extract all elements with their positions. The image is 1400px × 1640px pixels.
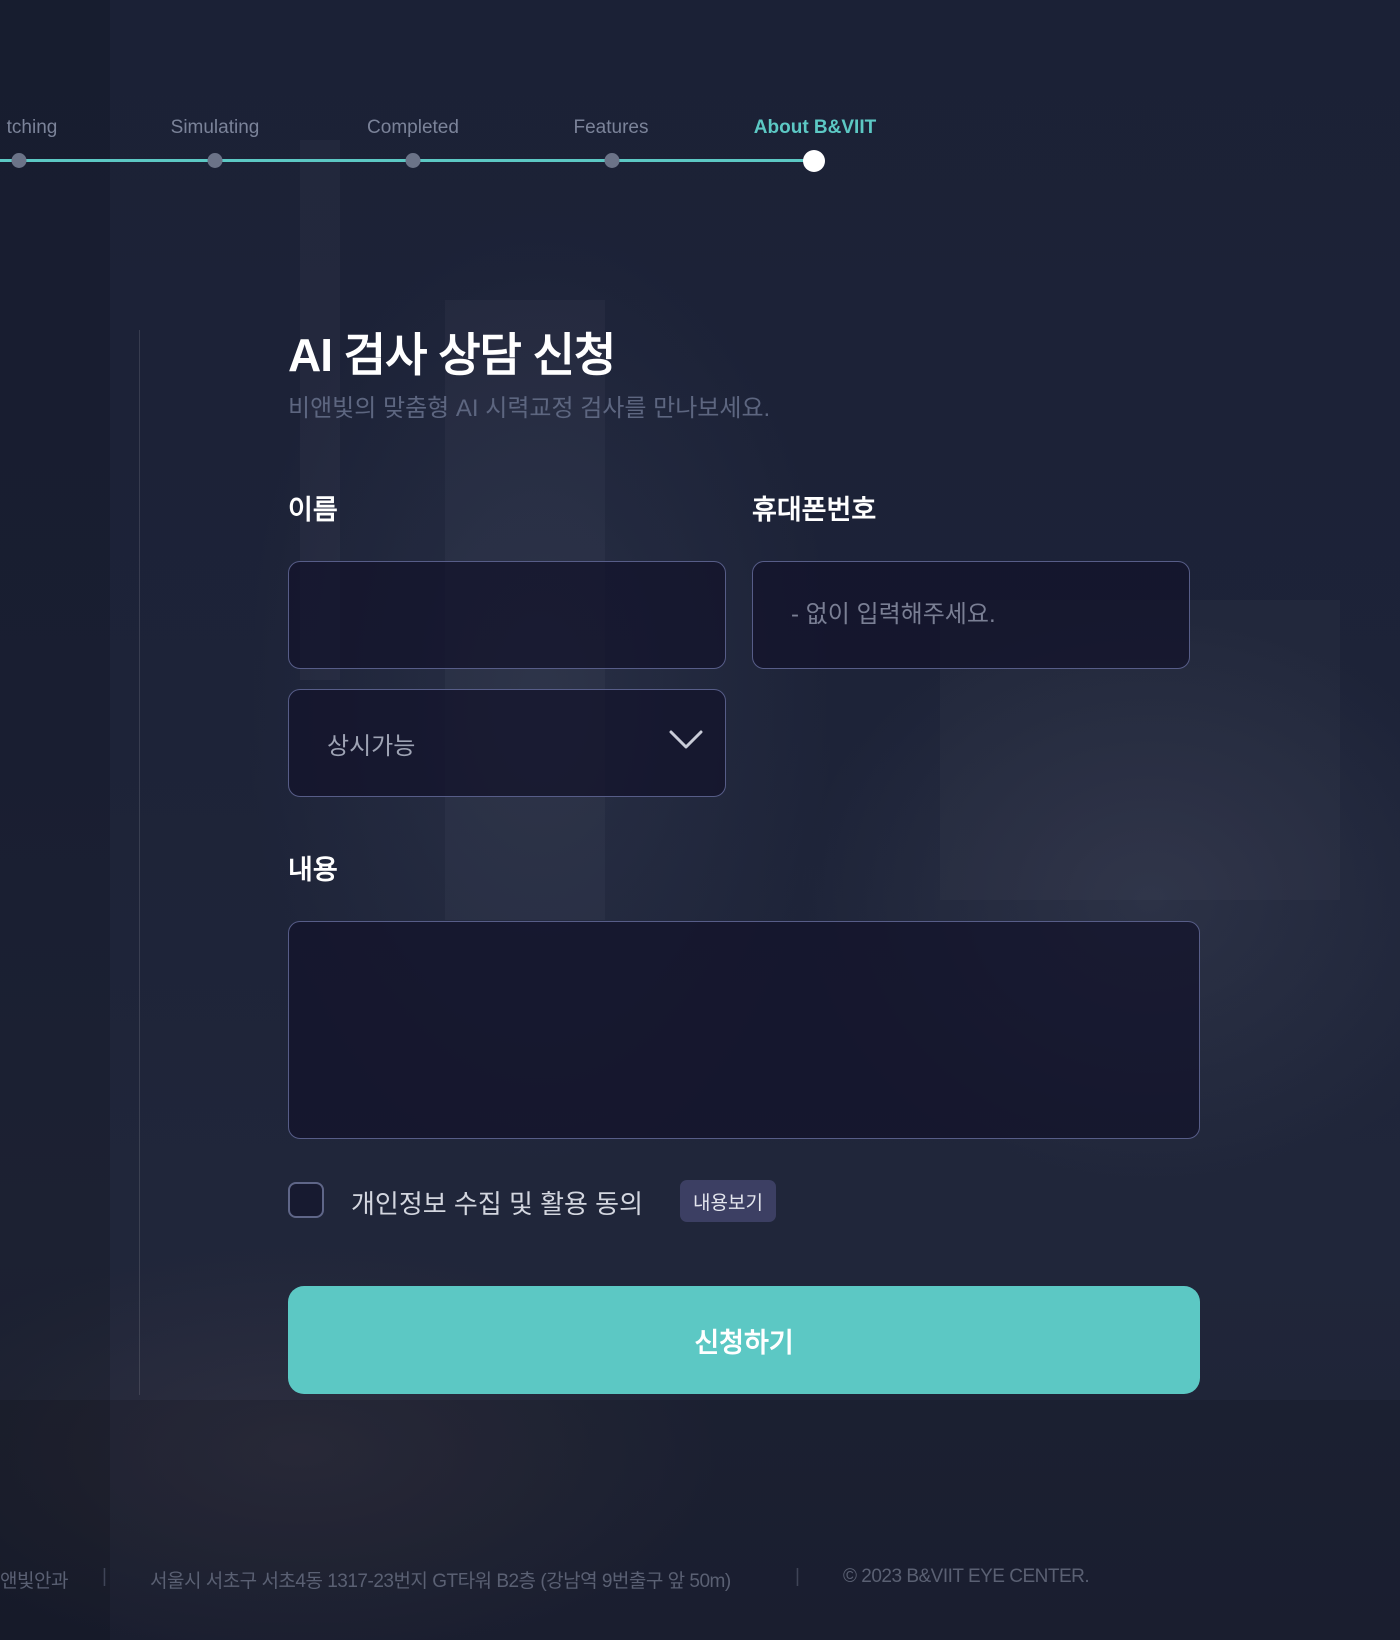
step-dot[interactable] [11, 153, 27, 168]
name-input[interactable] [289, 562, 725, 668]
step-features[interactable]: Features [574, 116, 649, 140]
background-building [0, 1400, 1400, 1640]
footer-separator: | [795, 1566, 800, 1587]
footer: 앤빛안과 | 서울시 서초구 서초4동 1317-23번지 GT타워 B2층 (… [0, 1566, 1400, 1596]
step-label: Completed [367, 117, 459, 138]
page: tching Simulating Completed Features Abo… [0, 0, 1400, 1640]
step-label: Features [573, 117, 649, 138]
step-label: tching [6, 117, 58, 138]
name-field-box [288, 561, 726, 669]
progress-nav: tching Simulating Completed Features Abo… [0, 0, 1400, 200]
content-label: 내용 [288, 855, 338, 885]
step-dot[interactable] [207, 153, 223, 168]
privacy-checkbox[interactable] [288, 1182, 324, 1218]
content-field-box [288, 921, 1200, 1139]
phone-label: 휴대폰번호 [752, 495, 877, 525]
step-label: About B&VIIT [753, 117, 877, 138]
view-terms-button[interactable]: 내용보기 [680, 1180, 776, 1222]
footer-address: 서울시 서초구 서초4동 1317-23번지 GT타워 B2층 (강남역 9번출… [150, 1571, 731, 1592]
chevron-down-icon [669, 730, 703, 749]
step-label: Simulating [170, 117, 260, 138]
time-select-value: 상시가능 [327, 733, 416, 760]
step-dot[interactable] [604, 153, 620, 168]
page-title: AI 검사 상담 신청 [288, 329, 616, 381]
privacy-agree-label[interactable]: 개인정보 수집 및 활용 동의 [351, 1184, 643, 1221]
name-label: 이름 [288, 495, 338, 525]
step-completed[interactable]: Completed [367, 116, 459, 140]
footer-copyright: © 2023 B&VIIT EYE CENTER. [843, 1566, 1090, 1587]
footer-separator: | [102, 1566, 107, 1587]
content-textarea[interactable] [289, 922, 1199, 1138]
consultation-form: AI 검사 상담 신청 비앤빛의 맞춤형 AI 시력교정 검사를 만나보세요. … [288, 320, 1200, 1394]
step-about[interactable]: About B&VIIT [754, 116, 876, 140]
submit-button[interactable]: 신청하기 [288, 1286, 1200, 1394]
phone-input[interactable] [753, 562, 1189, 668]
step-matching[interactable]: tching [7, 116, 58, 140]
background-building [0, 0, 110, 1640]
step-dot[interactable] [405, 153, 421, 168]
step-simulating[interactable]: Simulating [171, 116, 260, 140]
page-subtitle: 비앤빛의 맞춤형 AI 시력교정 검사를 만나보세요. [288, 395, 771, 422]
privacy-agree-row: 개인정보 수집 및 활용 동의 내용보기 [288, 1180, 888, 1224]
phone-field-box [752, 561, 1190, 669]
step-dot-active[interactable] [803, 150, 825, 172]
divider-line [139, 330, 140, 1395]
time-select[interactable]: 상시가능 [288, 689, 726, 797]
footer-clinic-name: 앤빛안과 [0, 1571, 68, 1592]
